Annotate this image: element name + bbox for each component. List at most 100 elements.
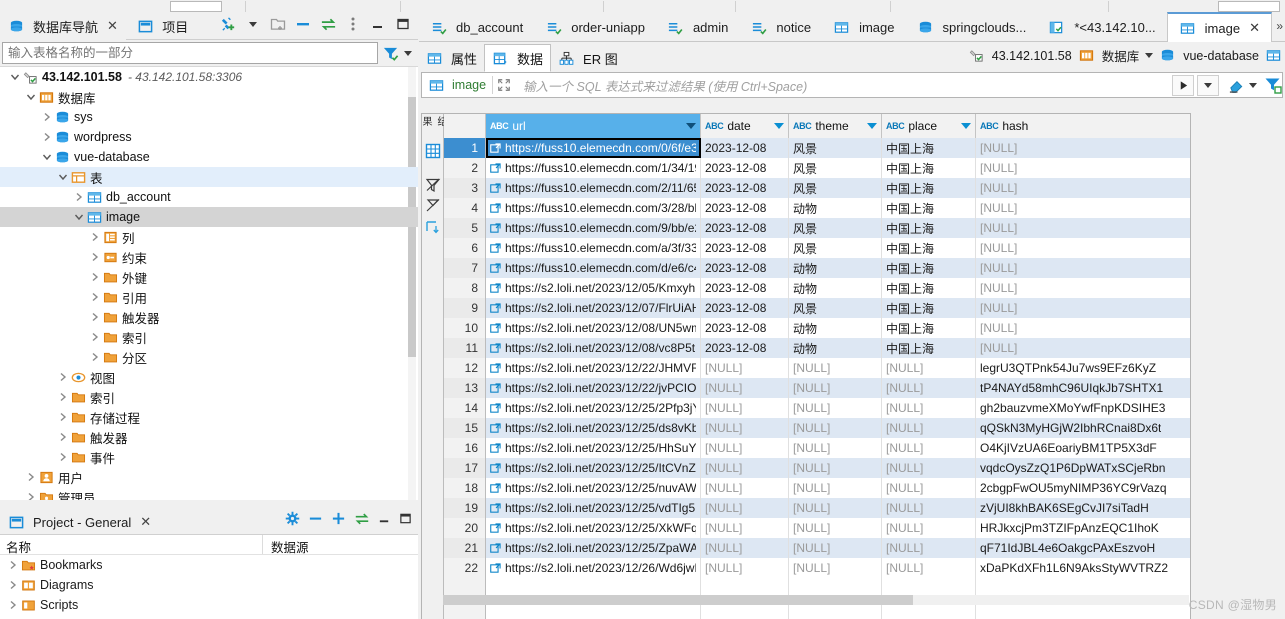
toolbar-search-box[interactable] xyxy=(1218,1,1280,12)
grid-cell-hash[interactable]: [NULL] xyxy=(976,158,1190,178)
grid-cell-theme[interactable]: [NULL] xyxy=(789,358,882,378)
chevron-down-icon[interactable] xyxy=(40,150,54,164)
tab-project[interactable]: 项目 xyxy=(129,12,196,40)
chevron-right-icon[interactable] xyxy=(88,350,102,364)
navigator-filter-input[interactable] xyxy=(2,42,378,64)
grid-cell-place[interactable]: [NULL] xyxy=(882,498,976,518)
grid-cell-theme[interactable]: 动物 xyxy=(789,198,882,218)
chevron-right-icon[interactable] xyxy=(88,230,102,244)
grid-cell-date[interactable]: [NULL] xyxy=(701,418,789,438)
external-link-icon[interactable] xyxy=(490,182,501,194)
row-number[interactable]: 14 xyxy=(444,398,486,418)
external-link-icon[interactable] xyxy=(490,362,501,374)
row-number[interactable]: 13 xyxy=(444,378,486,398)
tree-item-db_account[interactable]: db_account xyxy=(0,187,418,207)
row-number[interactable]: 12 xyxy=(444,358,486,378)
tree-item-管理员[interactable]: 管理员 xyxy=(0,487,418,500)
external-link-icon[interactable] xyxy=(490,282,501,294)
grid-cell-hash[interactable]: [NULL] xyxy=(976,278,1190,298)
grid-cell-hash[interactable]: [NULL] xyxy=(976,178,1190,198)
external-link-icon[interactable] xyxy=(490,222,501,234)
chevron-down-icon[interactable] xyxy=(8,70,22,84)
grid-cell-hash[interactable]: legrU3QTPnk54Ju7ws9EFz6KyZ xyxy=(976,358,1190,378)
grid-cell-hash[interactable]: [NULL] xyxy=(976,318,1190,338)
chevron-right-icon[interactable]: » xyxy=(1276,19,1283,33)
editor-tab-springclouds[interactable]: springclouds... xyxy=(906,12,1038,42)
filter-icon[interactable] xyxy=(382,45,399,62)
table-row[interactable]: 11 https://s2.loli.net/2023/12/08/vc8P5tF… xyxy=(444,338,1190,358)
table-row[interactable]: 22 https://s2.loli.net/2023/12/26/Wd6jwLE… xyxy=(444,558,1190,578)
table-row[interactable]: 8 https://s2.loli.net/2023/12/05/KmxyhU8p… xyxy=(444,278,1190,298)
row-number[interactable]: 3 xyxy=(444,178,486,198)
chevron-right-icon[interactable] xyxy=(56,390,70,404)
external-link-icon[interactable] xyxy=(490,322,501,334)
tree-item-列[interactable]: 列 xyxy=(0,227,418,247)
grid-cell-theme[interactable]: 动物 xyxy=(789,338,882,358)
grid-cell-hash[interactable]: vqdcOysZzQ1P6DpWATxSCjeRbn xyxy=(976,458,1190,478)
grid-cell-hash[interactable]: HRJkxcjPm3TZIFpAnzEQC1IhoK xyxy=(976,518,1190,538)
new-connection-icon[interactable] xyxy=(219,15,237,33)
tree-item-触发器[interactable]: 触发器 xyxy=(0,427,418,447)
grid-cell-theme[interactable]: 动物 xyxy=(789,318,882,338)
row-number[interactable]: 16 xyxy=(444,438,486,458)
sql-filter-input[interactable]: 输入一个 SQL 表达式来过滤结果 (使用 Ctrl+Space) xyxy=(515,76,1172,95)
external-link-icon[interactable] xyxy=(490,302,501,314)
grid-cell-theme[interactable]: 动物 xyxy=(789,278,882,298)
chevron-right-icon[interactable] xyxy=(88,310,102,324)
row-number[interactable]: 4 xyxy=(444,198,486,218)
grid-cell-hash[interactable]: [NULL] xyxy=(976,298,1190,318)
external-link-icon[interactable] xyxy=(490,202,501,214)
grid-cell-place[interactable]: 中国上海 xyxy=(882,158,976,178)
table-row[interactable]: 7 https://fuss10.elemecdn.com/d/e6/c4d93a… xyxy=(444,258,1190,278)
expand-icon[interactable] xyxy=(331,511,346,526)
chevron-right-icon[interactable] xyxy=(40,110,54,124)
grid-body[interactable]: 1 https://fuss10.elemecdn.com/0/6f/e35ff3… xyxy=(444,138,1190,619)
editor-tab-image[interactable]: image xyxy=(822,12,905,42)
row-number[interactable]: 22 xyxy=(444,558,486,578)
grid-cell-place[interactable]: [NULL] xyxy=(882,538,976,558)
subtab-数据[interactable]: 数据 xyxy=(484,44,552,72)
grid-cell-url[interactable]: https://fuss10.elemecdn.com/d/e6/c4d93a3… xyxy=(486,258,701,278)
grid-cell-theme[interactable]: 动物 xyxy=(789,258,882,278)
chevron-right-icon[interactable] xyxy=(6,598,20,612)
row-number[interactable]: 9 xyxy=(444,298,486,318)
external-link-icon[interactable] xyxy=(490,142,501,154)
chevron-down-icon[interactable] xyxy=(961,123,971,129)
chevron-right-icon[interactable] xyxy=(88,290,102,304)
grid-cell-theme[interactable]: [NULL] xyxy=(789,458,882,478)
grid-cell-theme[interactable]: 风景 xyxy=(789,178,882,198)
close-icon[interactable]: ✕ xyxy=(1249,20,1260,36)
chevron-right-icon[interactable] xyxy=(40,130,54,144)
grid-cell-hash[interactable]: 2cbgpFwOU5myNIMP36YC9rVazq xyxy=(976,478,1190,498)
row-number[interactable]: 18 xyxy=(444,478,486,498)
close-icon[interactable]: ✕ xyxy=(107,18,118,34)
grid-cell-place[interactable]: 中国上海 xyxy=(882,238,976,258)
grid-cell-hash[interactable]: [NULL] xyxy=(976,258,1190,278)
table-row[interactable]: 3 https://fuss10.elemecdn.com/2/11/6535bc… xyxy=(444,178,1190,198)
chevron-down-icon[interactable] xyxy=(686,123,696,129)
grid-cell-date[interactable]: 2023-12-08 xyxy=(701,278,789,298)
editor-tab-admin[interactable]: admin xyxy=(656,12,739,42)
connection-schema[interactable]: vue-database xyxy=(1159,48,1259,64)
grid-cell-place[interactable]: 中国上海 xyxy=(882,318,976,338)
table-row[interactable]: 14 https://s2.loli.net/2023/12/25/2Pfp3jY… xyxy=(444,398,1190,418)
grid-cell-place[interactable]: 中国上海 xyxy=(882,338,976,358)
grid-view-icon[interactable] xyxy=(424,142,442,160)
chevron-right-icon[interactable] xyxy=(24,490,38,500)
chevron-down-icon[interactable] xyxy=(401,50,412,56)
connection-server[interactable]: 43.142.101.58 xyxy=(968,48,1072,64)
grid-cell-place[interactable]: [NULL] xyxy=(882,478,976,498)
no-sort-icon[interactable] xyxy=(424,196,442,214)
grid-cell-place[interactable]: [NULL] xyxy=(882,398,976,418)
grid-cell-theme[interactable]: [NULL] xyxy=(789,398,882,418)
grid-cell-date[interactable]: 2023-12-08 xyxy=(701,318,789,338)
grid-cell-url[interactable]: https://s2.loli.net/2023/12/07/FlrUiAHjt… xyxy=(486,298,701,318)
grid-cell-hash[interactable]: xDaPKdXFh1L6N9AksStyWVTRZ2 xyxy=(976,558,1190,578)
chevron-right-icon[interactable] xyxy=(56,410,70,424)
grid-cell-date[interactable]: [NULL] xyxy=(701,498,789,518)
tree-item-触发器[interactable]: 触发器 xyxy=(0,307,418,327)
external-link-icon[interactable] xyxy=(490,462,501,474)
grid-cell-hash[interactable]: qF71IdJBL4e6OakgcPAxEszvoH xyxy=(976,538,1190,558)
chevron-right-icon[interactable] xyxy=(88,270,102,284)
table-row[interactable]: 18 https://s2.loli.net/2023/12/25/nuvAWYk… xyxy=(444,478,1190,498)
